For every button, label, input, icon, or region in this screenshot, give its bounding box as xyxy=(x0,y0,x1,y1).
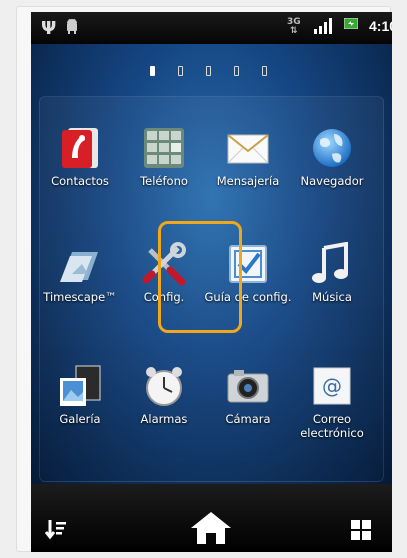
app-label: Música xyxy=(312,290,352,304)
page-dot xyxy=(178,66,183,76)
app-contactos[interactable]: Contactos xyxy=(37,108,123,218)
app-label: Alarmas xyxy=(140,412,188,426)
battery-icon xyxy=(344,18,358,29)
gallery-icon xyxy=(58,364,102,408)
page-dot xyxy=(262,66,267,76)
network-type-label: 3G ⇅ xyxy=(287,17,301,36)
page-dot xyxy=(234,66,239,76)
app-label: Mensajería xyxy=(216,174,280,188)
signal-icon xyxy=(314,18,332,34)
home-icon[interactable] xyxy=(189,510,233,546)
app-galeria[interactable]: Galería xyxy=(37,346,123,456)
navigation-bar xyxy=(31,484,392,552)
app-label: Galería xyxy=(59,412,101,426)
music-note-icon xyxy=(310,242,354,286)
app-camara[interactable]: Cámara xyxy=(205,346,291,456)
camera-icon xyxy=(226,364,270,408)
globe-icon xyxy=(310,126,354,170)
app-timescape[interactable]: Timescape™ xyxy=(37,224,123,334)
app-telefono[interactable]: Teléfono xyxy=(121,108,207,218)
app-alarmas[interactable]: Alarmas xyxy=(121,346,207,456)
app-label: Cámara xyxy=(225,412,271,426)
sort-icon[interactable] xyxy=(45,518,67,540)
phone-keypad-icon xyxy=(142,126,186,170)
android-icon xyxy=(65,18,79,34)
page-dot xyxy=(150,66,155,76)
timescape-icon xyxy=(58,242,102,286)
clock: 4:10 xyxy=(369,18,392,34)
network-type: 3G xyxy=(287,17,301,27)
app-grid-icon[interactable] xyxy=(351,520,371,540)
app-label: Navegador xyxy=(300,174,364,188)
app-correo-electronico[interactable]: @ Correo electrónico xyxy=(289,346,375,456)
svg-text:@: @ xyxy=(322,374,342,398)
email-icon: @ xyxy=(310,364,354,408)
contacts-icon xyxy=(58,126,102,170)
envelope-icon xyxy=(226,126,270,170)
app-navegador[interactable]: Navegador xyxy=(289,108,375,218)
app-musica[interactable]: Música xyxy=(289,224,375,334)
status-bar: Ψ 3G ⇅ 4:1 xyxy=(31,12,392,44)
usb-icon: Ψ xyxy=(41,18,57,39)
app-label: Correo electrónico xyxy=(300,412,364,440)
highlight-box xyxy=(158,221,242,333)
phone-screen: Ψ 3G ⇅ 4:1 Contactos Teléfono Mensajería… xyxy=(31,12,392,552)
app-mensajeria[interactable]: Mensajería xyxy=(205,108,291,218)
alarm-clock-icon xyxy=(142,364,186,408)
page-dot xyxy=(206,66,211,76)
page-indicator xyxy=(31,66,392,80)
app-label: Teléfono xyxy=(140,174,188,188)
app-label: Timescape™ xyxy=(43,290,117,304)
app-label: Contactos xyxy=(51,174,109,188)
